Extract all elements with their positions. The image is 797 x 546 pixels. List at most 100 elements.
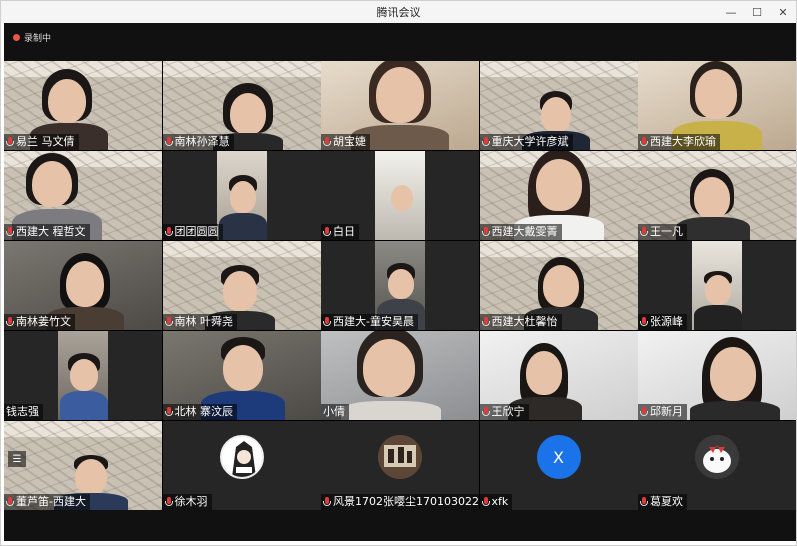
- participant-tile[interactable]: 小倩: [321, 331, 479, 420]
- participant-tile[interactable]: 易兰 马文倩: [4, 61, 162, 150]
- participant-tile[interactable]: 白日: [321, 151, 479, 240]
- participant-name: 钱志强: [6, 405, 39, 418]
- cartoon-avatar-icon: [695, 435, 739, 479]
- mic-icon: [640, 316, 648, 328]
- participant-tile[interactable]: 南林孙泽慧: [162, 61, 321, 150]
- participant-tile[interactable]: 王一凡: [638, 151, 796, 240]
- participant-tile[interactable]: 钱志强: [4, 331, 162, 420]
- mic-icon: [323, 226, 331, 238]
- participant-tile[interactable]: ☰ 董芦笛-西建大: [4, 421, 162, 510]
- avatar-letter: X: [553, 447, 564, 467]
- participant-name-tag: 南林 叶舜尧: [162, 314, 237, 330]
- avatar: [219, 435, 264, 479]
- mic-icon: [6, 496, 14, 508]
- avatar: X: [536, 435, 581, 479]
- mic-icon: [164, 226, 173, 238]
- participant-tile[interactable]: 王欣宁: [479, 331, 638, 420]
- participant-tile[interactable]: 团团圆圆: [162, 151, 321, 240]
- participant-name-tag: 葛夏欢: [638, 494, 687, 510]
- participant-tile[interactable]: 葛夏欢: [638, 421, 796, 510]
- participant-tile[interactable]: 北林 寨汶辰: [162, 331, 321, 420]
- participant-tile[interactable]: 胡宝婕: [321, 61, 479, 150]
- participant-name-tag: 白日: [321, 224, 359, 240]
- participant-tile[interactable]: 重庆大学许彦斌: [479, 61, 638, 150]
- participant-name: 北林 寨汶辰: [174, 405, 234, 418]
- recording-indicator[interactable]: 录制中: [13, 31, 51, 44]
- participant-grid: 易兰 马文倩 南林孙泽慧 胡宝婕 重庆大学许彦斌 西建大李欣瑜 西建大 程哲文 …: [4, 61, 796, 510]
- participant-name-tag: 张源峰: [638, 314, 687, 330]
- participant-name-tag: 王欣宁: [479, 404, 529, 420]
- participant-name-tag: xfk: [479, 494, 513, 510]
- minimize-button[interactable]: —: [718, 1, 744, 23]
- participant-tile[interactable]: 邱新月: [638, 331, 796, 420]
- participant-name-tag: 钱志强: [4, 404, 43, 420]
- title-bar: 腾讯会议 — ☐ ✕: [1, 1, 796, 23]
- mic-icon: [323, 496, 331, 508]
- mic-icon: [481, 496, 490, 508]
- participant-name-tag: 北林 寨汶辰: [162, 404, 237, 420]
- participant-name: 葛夏欢: [650, 495, 683, 508]
- meeting-window: 腾讯会议 — ☐ ✕ 录制中 易兰 马文倩 南林孙泽慧 胡宝婕 重庆大学许彦斌 …: [0, 0, 797, 546]
- participant-name: 王一凡: [650, 225, 683, 238]
- mic-icon: [640, 136, 648, 148]
- participant-name: 西建大戴雯菁: [491, 225, 558, 238]
- participant-name: 邱新月: [650, 405, 683, 418]
- mic-icon: [6, 226, 14, 238]
- avatar: [695, 435, 739, 479]
- participant-tile[interactable]: 张源峰: [638, 241, 796, 330]
- participant-tile[interactable]: 西建大戴雯菁: [479, 151, 638, 240]
- participant-name: 风景1702张嘤尘1701030224: [333, 495, 479, 508]
- participant-name-tag: 西建大杜馨怡: [479, 314, 562, 330]
- participant-name: 南林 叶舜尧: [174, 315, 234, 328]
- participant-name-tag: 西建大李欣瑜: [638, 134, 720, 150]
- participant-tile[interactable]: 西建大-童安昊晨: [321, 241, 479, 330]
- participant-tile[interactable]: 风景1702张嘤尘1701030224: [321, 421, 479, 510]
- participant-name-tag: 风景1702张嘤尘1701030224: [321, 494, 479, 510]
- participant-name: 张源峰: [650, 315, 683, 328]
- recording-label: 录制中: [24, 34, 52, 44]
- participant-tile[interactable]: 西建大李欣瑜: [638, 61, 796, 150]
- window-title: 腾讯会议: [376, 6, 421, 19]
- mic-icon: [323, 316, 331, 328]
- participant-name-tag: 胡宝婕: [321, 134, 370, 150]
- participant-name-tag: 徐木羽: [162, 494, 212, 510]
- participant-name-tag: 董芦笛-西建大: [4, 494, 90, 510]
- participant-name: xfk: [491, 495, 509, 508]
- mic-icon: [640, 226, 648, 238]
- participant-tile[interactable]: 南林 叶舜尧: [162, 241, 321, 330]
- recording-icon: [13, 34, 20, 41]
- mic-icon: [640, 496, 648, 508]
- maximize-button[interactable]: ☐: [744, 1, 770, 23]
- mic-icon: [323, 136, 331, 148]
- mic-icon: [164, 496, 173, 508]
- anime-avatar-icon: [221, 437, 262, 477]
- participant-name: 西建大-童安昊晨: [333, 315, 414, 328]
- avatar: [378, 435, 422, 479]
- mic-icon: [164, 406, 173, 418]
- mic-icon: [481, 406, 490, 418]
- participant-tile[interactable]: 徐木羽: [162, 421, 321, 510]
- mic-icon: [481, 226, 490, 238]
- participant-name: 易兰 马文倩: [16, 135, 75, 148]
- participant-name-tag: 西建大-童安昊晨: [321, 314, 418, 330]
- participant-name-tag: 西建大戴雯菁: [479, 224, 562, 240]
- participant-name: 白日: [333, 225, 355, 238]
- participant-tile[interactable]: 西建大 程哲文: [4, 151, 162, 240]
- participant-tile[interactable]: 西建大杜馨怡: [479, 241, 638, 330]
- participant-name: 徐木羽: [174, 495, 208, 508]
- mic-icon: [481, 316, 490, 328]
- participant-name: 董芦笛-西建大: [16, 495, 86, 508]
- participant-tile[interactable]: X xfk: [479, 421, 638, 510]
- participant-name-tag: 易兰 马文倩: [4, 134, 79, 150]
- participant-name-tag: 重庆大学许彦斌: [479, 134, 573, 150]
- participant-name-tag: 小倩: [321, 404, 349, 420]
- participant-tile[interactable]: 南林姜竹文: [4, 241, 162, 330]
- participant-name: 团团圆圆: [174, 225, 219, 238]
- participant-name: 西建大 程哲文: [16, 225, 86, 238]
- close-button[interactable]: ✕: [770, 1, 796, 23]
- participant-name-tag: 南林姜竹文: [4, 314, 75, 330]
- participant-name: 王欣宁: [491, 405, 525, 418]
- mic-icon: [164, 316, 173, 328]
- mic-icon: [164, 136, 173, 148]
- tile-menu-button[interactable]: ☰: [8, 451, 26, 467]
